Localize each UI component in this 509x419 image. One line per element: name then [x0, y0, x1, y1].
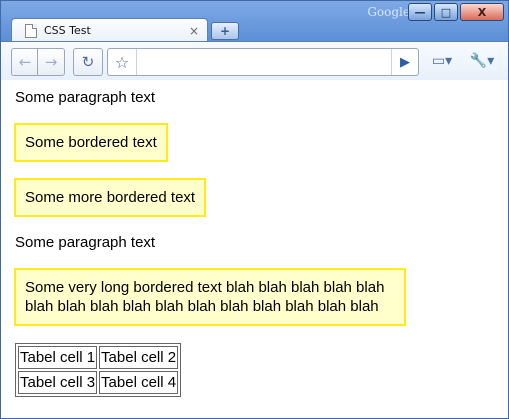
brand-label: Google — [367, 5, 410, 19]
star-icon[interactable]: ☆ — [108, 49, 137, 75]
table-cell: Tabel cell 2 — [99, 346, 179, 369]
bordered-text-2: Some more bordered text — [14, 178, 207, 217]
browser-toolbar: ← → ↻ ☆ ▶ ▭▾ 🔧▾ — [1, 41, 508, 81]
forward-button[interactable]: → — [37, 48, 65, 76]
bordered-text-3: Some very long bordered text blah blah b… — [14, 268, 406, 326]
page-content: Some paragraph text Some bordered text S… — [1, 80, 508, 418]
title-bar: Google — □ X CSS Test × + — [1, 1, 508, 42]
browser-window: Google — □ X CSS Test × + ← → ↻ ☆ ▶ ▭▾ 🔧… — [0, 0, 509, 419]
reload-button[interactable]: ↻ — [73, 48, 103, 76]
minimize-button[interactable]: — — [408, 3, 432, 21]
page-icon — [25, 23, 37, 38]
tab-title: CSS Test — [44, 24, 91, 37]
table-cell: Tabel cell 4 — [99, 371, 179, 394]
table-cell: Tabel cell 1 — [18, 346, 98, 369]
tab-close-icon[interactable]: × — [187, 24, 201, 38]
table-cell: Tabel cell 3 — [18, 371, 98, 394]
new-tab-button[interactable]: + — [211, 22, 239, 40]
table-row: Tabel cell 1 Tabel cell 2 — [18, 346, 179, 369]
maximize-button[interactable]: □ — [434, 3, 458, 21]
back-button[interactable]: ← — [11, 48, 38, 76]
wrench-menu-button[interactable]: 🔧▾ — [465, 48, 499, 74]
go-button[interactable]: ▶ — [391, 49, 418, 75]
window-controls: — □ X — [408, 3, 504, 21]
tab-css-test[interactable]: CSS Test × — [11, 18, 208, 42]
data-table: Tabel cell 1 Tabel cell 2 Tabel cell 3 T… — [15, 343, 182, 397]
paragraph-1: Some paragraph text — [15, 89, 156, 106]
close-window-button[interactable]: X — [460, 3, 504, 21]
table-row: Tabel cell 3 Tabel cell 4 — [18, 371, 179, 394]
paragraph-2: Some paragraph text — [15, 234, 156, 251]
bordered-text-1: Some bordered text — [14, 123, 168, 162]
page-menu-button[interactable]: ▭▾ — [425, 48, 459, 74]
address-bar[interactable]: ☆ ▶ — [107, 48, 419, 76]
